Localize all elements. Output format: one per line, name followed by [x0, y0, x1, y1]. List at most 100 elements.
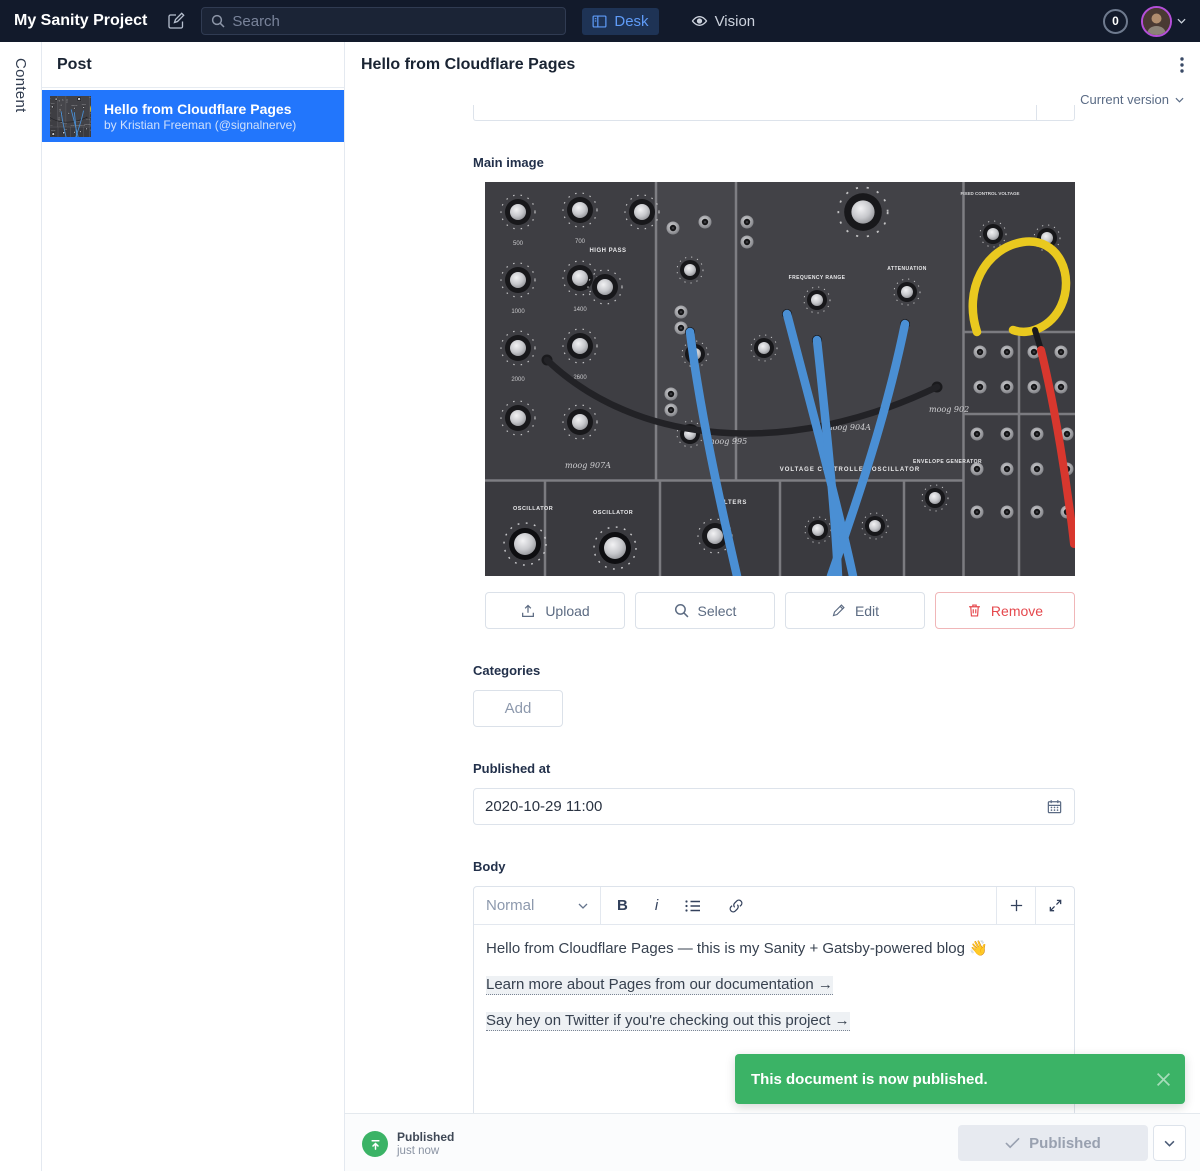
tab-desk[interactable]: Desk — [582, 8, 658, 35]
new-post-button[interactable] — [287, 56, 305, 74]
remove-label: Remove — [991, 603, 1043, 619]
body-paragraph: Learn more about Pages from our document… — [486, 975, 1062, 994]
published-at-value: 2020-10-29 11:00 — [485, 798, 1046, 815]
calendar-icon — [1046, 798, 1063, 815]
publish-status: Published just now — [362, 1130, 454, 1158]
main-image-preview[interactable] — [485, 182, 1075, 576]
search-icon — [211, 14, 225, 28]
project-title: My Sanity Project — [14, 12, 147, 30]
chevron-down-icon — [1164, 1140, 1175, 1147]
body-paragraph-text: Hello from Cloudflare Pages — this is my… — [486, 940, 969, 957]
search-input[interactable] — [232, 13, 556, 30]
slug-input-clipped[interactable] — [473, 105, 1075, 121]
select-label: Select — [698, 603, 737, 619]
tab-vision[interactable]: Vision — [681, 8, 766, 35]
avatar-caret-icon — [1177, 18, 1186, 24]
publish-menu-button[interactable] — [1153, 1125, 1186, 1161]
content-rail-label: Content — [12, 42, 29, 1171]
upload-label: Upload — [545, 603, 589, 619]
upload-button[interactable]: Upload — [485, 592, 625, 629]
search-icon — [674, 603, 689, 618]
publish-status-time: just now — [397, 1144, 454, 1158]
bullet-list-button[interactable] — [685, 899, 701, 913]
style-select[interactable]: Normal — [474, 887, 601, 924]
style-select-value: Normal — [486, 897, 572, 914]
post-pane-title: Post — [57, 56, 287, 74]
compose-icon — [287, 56, 305, 74]
published-at-label: Published at — [473, 761, 550, 776]
published-status-icon — [362, 1131, 388, 1157]
body-label: Body — [473, 859, 506, 874]
docs-link[interactable]: Learn more about Pages from our document… — [486, 976, 833, 995]
post-pane-menu-button[interactable] — [325, 57, 329, 73]
publish-toast: This document is now published. — [735, 1054, 1185, 1104]
version-label: Current version — [1080, 92, 1169, 107]
tab-vision-label: Vision — [715, 13, 756, 30]
publish-button[interactable]: Published — [958, 1125, 1148, 1161]
wave-emoji: 👋 — [969, 940, 988, 957]
published-at-input[interactable]: 2020-10-29 11:00 — [473, 788, 1075, 825]
check-icon — [1005, 1137, 1020, 1149]
trash-icon — [967, 603, 982, 618]
plus-icon — [1009, 898, 1024, 913]
body-paragraph: Say hey on Twitter if you're checking ou… — [486, 1011, 1062, 1030]
document-pane: Hello from Cloudflare Pages Current vers… — [345, 42, 1200, 1171]
publish-button-label: Published — [1029, 1135, 1101, 1152]
top-navbar: My Sanity Project Desk Vision 0 — [0, 0, 1200, 42]
add-category-button[interactable]: Add — [473, 690, 563, 727]
document-menu-button[interactable] — [1180, 57, 1184, 73]
bold-button[interactable]: B — [617, 897, 628, 914]
post-list-pane: Post Hello from Cloudflare Pages by Kris… — [42, 42, 345, 1171]
insert-block-button[interactable] — [996, 887, 1035, 924]
upload-icon — [520, 603, 536, 619]
presence-count: 0 — [1112, 14, 1119, 28]
desk-icon — [592, 14, 607, 29]
document-footer: Published just now Published — [345, 1113, 1200, 1171]
tab-desk-label: Desk — [614, 13, 648, 30]
version-selector[interactable]: Current version — [1080, 92, 1184, 107]
twitter-link[interactable]: Say hey on Twitter if you're checking ou… — [486, 1012, 850, 1031]
categories-label: Categories — [473, 663, 540, 678]
bullet-list-icon — [685, 899, 701, 913]
slug-button-divider — [1036, 105, 1037, 120]
link-button[interactable] — [728, 898, 744, 914]
format-buttons: B i — [601, 887, 996, 924]
compose-icon — [167, 12, 185, 30]
post-item-title: Hello from Cloudflare Pages — [104, 100, 296, 118]
toast-close-button[interactable] — [1156, 1072, 1171, 1087]
publish-status-title: Published — [397, 1130, 454, 1144]
body-paragraph: Hello from Cloudflare Pages — this is my… — [486, 939, 1062, 958]
presence-badge[interactable]: 0 — [1103, 9, 1128, 34]
add-label: Add — [505, 700, 532, 717]
remove-button[interactable]: Remove — [935, 592, 1075, 629]
select-button[interactable]: Select — [635, 592, 775, 629]
compose-button[interactable] — [167, 12, 185, 30]
body-text-area[interactable]: Hello from Cloudflare Pages — this is my… — [474, 925, 1074, 1061]
edit-button[interactable]: Edit — [785, 592, 925, 629]
italic-button[interactable]: i — [655, 897, 658, 914]
eye-icon — [691, 14, 708, 28]
search-bar[interactable] — [201, 7, 566, 35]
post-thumbnail — [50, 96, 91, 137]
chevron-down-icon — [1175, 97, 1184, 103]
post-item-subtitle: by Kristian Freeman (@signalnerve) — [104, 118, 296, 133]
image-action-row: Upload Select Edit Remove — [485, 592, 1075, 629]
editor-toolbar: Normal B i — [474, 887, 1074, 925]
kebab-menu-icon — [325, 57, 329, 73]
kebab-menu-icon — [1180, 57, 1184, 73]
document-header: Hello from Cloudflare Pages — [345, 42, 1200, 88]
edit-label: Edit — [855, 603, 879, 619]
publish-arrow-icon — [368, 1137, 383, 1152]
toast-message: This document is now published. — [751, 1071, 1156, 1088]
post-list-item[interactable]: Hello from Cloudflare Pages by Kristian … — [42, 90, 344, 142]
close-icon — [1156, 1072, 1171, 1087]
link-icon — [728, 898, 744, 914]
content-rail: Content — [0, 42, 42, 1171]
pencil-icon — [831, 603, 846, 618]
avatar[interactable] — [1141, 6, 1172, 37]
chevron-down-icon — [578, 903, 588, 909]
expand-icon — [1048, 898, 1063, 913]
avatar-photo — [1143, 8, 1170, 35]
fullscreen-button[interactable] — [1035, 887, 1074, 924]
document-title: Hello from Cloudflare Pages — [361, 56, 1180, 74]
